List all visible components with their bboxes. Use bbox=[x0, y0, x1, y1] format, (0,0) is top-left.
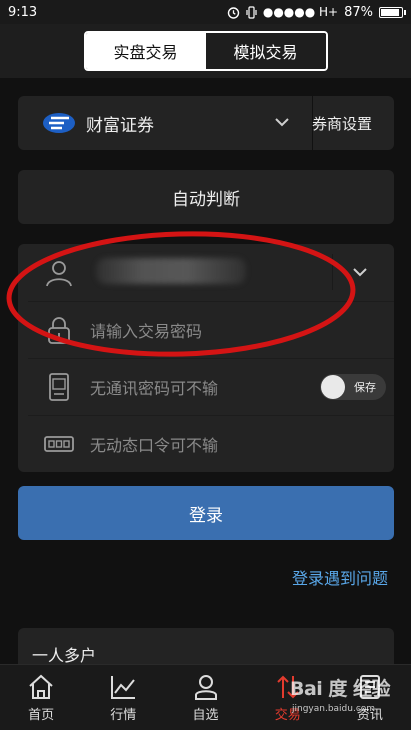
baidu-jingyan-watermark: Bai 度 经验 jingyan.baidu.com bbox=[290, 674, 406, 726]
top-bar: 实盘交易 模拟交易 bbox=[0, 24, 411, 78]
battery-icon bbox=[379, 6, 406, 18]
vibrate-icon bbox=[246, 5, 257, 19]
login-button[interactable]: 登录 bbox=[18, 486, 394, 540]
status-bar: 9:13 ●●●●● H+ 87% bbox=[0, 0, 411, 24]
dynamic-code-input[interactable]: 无动态口令可不输 bbox=[90, 432, 218, 456]
save-toggle[interactable]: 保存 bbox=[320, 374, 386, 400]
tab-home-label: 首页 bbox=[28, 707, 55, 723]
tab-watchlist-label: 自选 bbox=[192, 707, 219, 723]
person-icon bbox=[194, 674, 217, 700]
home-icon bbox=[29, 674, 53, 699]
comm-password-row[interactable]: 无通讯密码可不输 保存 bbox=[18, 358, 394, 415]
dynamic-code-row[interactable]: 无动态口令可不输 bbox=[18, 415, 394, 472]
chevron-down-icon[interactable] bbox=[272, 112, 292, 132]
toggle-knob bbox=[321, 375, 345, 399]
battery-percent: 87% bbox=[344, 4, 373, 20]
auto-detect-button[interactable]: 自动判断 bbox=[18, 170, 394, 224]
broker-name: 财富证券 bbox=[86, 115, 154, 136]
watermark-logo: Bai 度 经验 bbox=[290, 678, 391, 700]
trade-mode-switch: 实盘交易 模拟交易 bbox=[83, 31, 328, 71]
comm-password-input[interactable]: 无通讯密码可不输 bbox=[90, 375, 218, 399]
carrier-signal: ●●●●● H+ bbox=[262, 5, 339, 19]
tab-market[interactable]: 行情 bbox=[82, 665, 164, 730]
broker-logo-icon bbox=[43, 113, 75, 133]
login-help-link[interactable]: 登录遇到问题 bbox=[292, 565, 388, 589]
keypad-icon bbox=[44, 435, 74, 452]
save-toggle-label: 保存 bbox=[354, 381, 376, 394]
tab-home[interactable]: 首页 bbox=[0, 665, 82, 730]
status-time: 9:13 bbox=[8, 4, 38, 20]
tab-watchlist[interactable]: 自选 bbox=[164, 665, 246, 730]
tab-real-trading[interactable]: 实盘交易 bbox=[85, 33, 206, 69]
tablet-icon bbox=[49, 372, 69, 401]
alarm-icon bbox=[227, 6, 240, 19]
annotation-ellipse bbox=[6, 231, 356, 357]
broker-selector[interactable]: 财富证券 券商设置 bbox=[18, 96, 394, 150]
tab-market-label: 行情 bbox=[110, 707, 137, 723]
broker-settings-button[interactable]: 券商设置 bbox=[312, 113, 372, 134]
chart-icon bbox=[111, 675, 136, 699]
status-indicators: ●●●●● H+ 87% bbox=[227, 4, 406, 20]
multi-account-label: 一人多户 bbox=[32, 646, 97, 665]
tab-simulated-trading[interactable]: 模拟交易 bbox=[205, 33, 326, 69]
watermark-url: jingyan.baidu.com bbox=[292, 704, 376, 714]
